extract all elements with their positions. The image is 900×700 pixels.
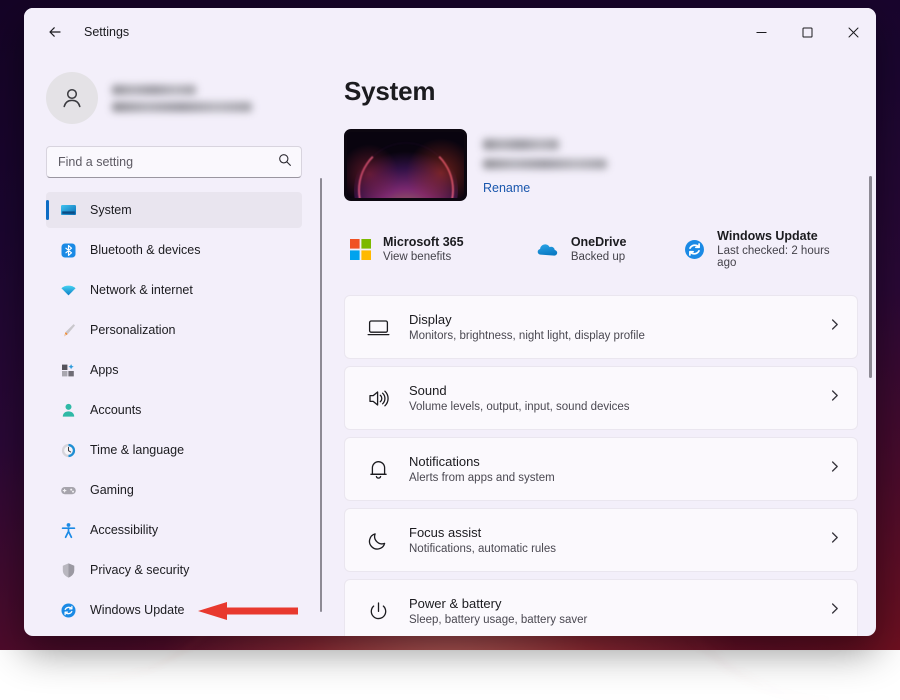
main-scrollbar[interactable] (869, 176, 872, 378)
settings-row-power-battery[interactable]: Power & battery Sleep, battery usage, ba… (344, 579, 858, 636)
paintbrush-icon (60, 322, 77, 339)
search-icon (278, 153, 292, 172)
settings-row-title: Power & battery (409, 596, 502, 611)
window-title: Settings (84, 25, 130, 39)
settings-row-title: Display (409, 312, 452, 327)
device-name-redacted (483, 139, 559, 150)
title-bar: Settings (24, 8, 876, 56)
settings-row-subtitle: Monitors, brightness, night light, displ… (409, 330, 645, 342)
status-tile-title: Microsoft 365 (383, 235, 464, 249)
moon-icon (365, 527, 391, 553)
sidebar-item-label: Network & internet (90, 283, 193, 297)
sidebar-item-label: Apps (90, 363, 119, 377)
account-text-redacted (112, 84, 252, 112)
avatar (46, 72, 98, 124)
status-tile-onedrive[interactable]: OneDrive Backed up (532, 225, 678, 273)
windows-bloom-wallpaper-thumbnail (344, 129, 467, 201)
search-input[interactable] (58, 155, 278, 169)
sidebar-item-label: Accounts (90, 403, 142, 417)
sidebar-item-label: Time & language (90, 443, 185, 457)
settings-row-display[interactable]: Display Monitors, brightness, night ligh… (344, 295, 858, 359)
sidebar: System Bluetooth & devices (24, 56, 322, 636)
settings-window: Settings Find a setting System Bluetooth… (24, 8, 876, 636)
accessibility-person-icon (60, 522, 77, 539)
settings-row-title: Notifications (409, 454, 480, 469)
sidebar-item-bluetooth-devices[interactable]: Bluetooth & devices (46, 232, 302, 268)
status-tile-windows-update[interactable]: Windows Update Last checked: 2 hours ago (678, 225, 858, 273)
chevron-right-icon (828, 389, 841, 407)
sidebar-item-label: Accessibility (90, 523, 159, 537)
sidebar-nav-list: System Bluetooth & devices Network & int… (46, 192, 320, 628)
sync-refresh-icon (682, 237, 706, 261)
sidebar-item-time-language[interactable]: Time & language (46, 432, 302, 468)
settings-rows-list: Display Monitors, brightness, night ligh… (344, 295, 858, 636)
sidebar-item-label: Bluetooth & devices (90, 243, 201, 257)
sidebar-item-label: Privacy & security (90, 563, 190, 577)
monitor-outline-icon (365, 314, 391, 340)
settings-row-sound[interactable]: Sound Volume levels, output, input, soun… (344, 366, 858, 430)
sidebar-item-apps[interactable]: Apps (46, 352, 302, 388)
account-email-redacted (112, 101, 252, 112)
chevron-right-icon (828, 602, 841, 620)
chevron-right-icon (828, 318, 841, 336)
person-icon (60, 402, 77, 419)
sidebar-item-accounts[interactable]: Accounts (46, 392, 302, 428)
close-button[interactable] (830, 8, 876, 56)
sidebar-item-system[interactable]: System (46, 192, 302, 228)
sidebar-item-personalization[interactable]: Personalization (46, 312, 302, 348)
back-button[interactable] (38, 17, 72, 47)
monitor-icon (60, 202, 77, 219)
settings-row-subtitle: Volume levels, output, input, sound devi… (409, 401, 630, 413)
sidebar-item-label: Personalization (90, 323, 176, 337)
speaker-icon (365, 385, 391, 411)
window-controls (738, 8, 876, 56)
sidebar-item-gaming[interactable]: Gaming (46, 472, 302, 508)
status-tile-title: OneDrive (570, 235, 627, 249)
device-card: Rename (344, 129, 858, 201)
power-icon (365, 598, 391, 624)
device-model-redacted (483, 159, 607, 169)
chevron-right-icon (828, 460, 841, 478)
device-meta: Rename (483, 129, 607, 201)
status-tile-subtitle: Backed up (570, 251, 626, 263)
sidebar-item-windows-update[interactable]: Windows Update (46, 592, 302, 628)
status-tile-microsoft-365[interactable]: Microsoft 365 View benefits (344, 225, 532, 273)
maximize-button[interactable] (784, 8, 830, 56)
sync-refresh-icon (60, 602, 77, 619)
search-box[interactable] (46, 146, 302, 178)
sidebar-item-label: Windows Update (90, 603, 185, 617)
microsoft-logo-icon (348, 237, 372, 261)
settings-row-subtitle: Notifications, automatic rules (409, 543, 557, 555)
sidebar-item-network-internet[interactable]: Network & internet (46, 272, 302, 308)
settings-row-notifications[interactable]: Notifications Alerts from apps and syste… (344, 437, 858, 501)
clock-icon (60, 442, 77, 459)
settings-row-subtitle: Sleep, battery usage, battery saver (409, 614, 588, 626)
sidebar-item-accessibility[interactable]: Accessibility (46, 512, 302, 548)
account-name-redacted (112, 84, 196, 95)
sidebar-item-privacy-security[interactable]: Privacy & security (46, 552, 302, 588)
main-content: System Rename Microsoft 365 View benefit… (320, 56, 876, 636)
chevron-right-icon (828, 531, 841, 549)
minimize-button[interactable] (738, 8, 784, 56)
status-tiles-row: Microsoft 365 View benefits OneDrive Bac… (344, 225, 858, 273)
settings-row-focus-assist[interactable]: Focus assist Notifications, automatic ru… (344, 508, 858, 572)
status-tile-subtitle: Last checked: 2 hours ago (717, 245, 830, 269)
sidebar-item-label: Gaming (90, 483, 134, 497)
onedrive-cloud-icon (536, 237, 560, 261)
gamepad-icon (60, 482, 77, 499)
rename-link[interactable]: Rename (483, 181, 607, 195)
wifi-icon (60, 282, 77, 299)
status-tile-subtitle: View benefits (383, 251, 452, 263)
page-title: System (344, 76, 436, 106)
apps-grid-icon (60, 362, 77, 379)
settings-row-subtitle: Alerts from apps and system (409, 472, 555, 484)
bluetooth-icon (60, 242, 77, 259)
status-tile-title: Windows Update (717, 229, 818, 243)
account-section[interactable] (46, 72, 320, 124)
bell-icon (365, 456, 391, 482)
settings-row-title: Focus assist (409, 525, 482, 540)
sidebar-item-label: System (90, 203, 132, 217)
settings-row-title: Sound (409, 383, 447, 398)
shield-icon (60, 562, 77, 579)
